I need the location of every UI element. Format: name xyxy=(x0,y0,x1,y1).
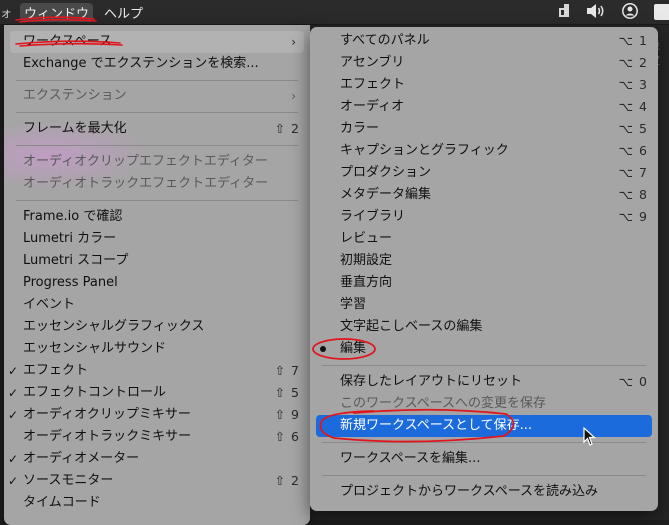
submenu-item-vertical[interactable]: 垂直方向 xyxy=(316,272,652,294)
shortcut: ⌥ 8 xyxy=(618,187,648,202)
shortcut: ⇧ 5 xyxy=(274,385,300,400)
menu-separator xyxy=(322,442,646,443)
menu-item-exchange-search[interactable]: Exchange でエクステンションを検索... xyxy=(10,53,304,75)
menu-item-essential-sound[interactable]: エッセンシャルサウンド xyxy=(10,338,304,360)
shortcut: ⌥ 5 xyxy=(618,121,648,136)
submenu-item-color[interactable]: カラー ⌥ 5 xyxy=(316,118,652,140)
menu-item-maximize-frame[interactable]: フレームを最大化 ⇧ 2 xyxy=(10,118,304,140)
menu-bar: ォ ウィンドウ ヘルプ xyxy=(0,0,669,25)
submenu-item-effects[interactable]: エフェクト ⌥ 3 xyxy=(316,74,652,96)
menu-item-source-monitor[interactable]: ✓ ソースモニター ⇧ 2 xyxy=(8,470,304,492)
menu-item-lumetri-scopes[interactable]: Lumetri スコープ xyxy=(10,250,304,272)
menu-item-timecode[interactable]: タイムコード xyxy=(10,492,304,514)
submenu-item-libraries[interactable]: ライブラリ ⌥ 9 xyxy=(316,206,652,228)
submenu-item-assembly[interactable]: アセンブリ ⌥ 2 xyxy=(316,52,652,74)
menu-separator xyxy=(16,112,298,113)
menu-item-audio-track-effect-editor: オーディオトラックエフェクトエディター xyxy=(23,176,269,191)
input-method-icon[interactable] xyxy=(654,4,669,20)
menu-item-lumetri-color[interactable]: Lumetri カラー xyxy=(10,228,304,250)
submenu-item-text-based-editing[interactable]: 文字起こしベースの編集 xyxy=(316,316,652,338)
user-icon[interactable] xyxy=(622,3,638,19)
shortcut: ⇧ 9 xyxy=(274,407,300,422)
menu-item-effect-controls[interactable]: ✓ エフェクトコントロール ⇧ 5 xyxy=(8,382,304,404)
shortcut: ⇧ 2 xyxy=(274,473,300,488)
submenu-item-review[interactable]: レビュー xyxy=(316,228,652,250)
submenu-item-save-changes: このワークスペースへの変更を保存 xyxy=(340,396,547,411)
shortcut: ⌥ 0 xyxy=(618,374,648,389)
checkmark-icon: ✓ xyxy=(8,408,19,422)
mouse-cursor-icon xyxy=(583,427,597,446)
menubar-edge-text: ォ xyxy=(0,6,13,20)
menu-item-frameio[interactable]: Frame.io で確認 xyxy=(10,206,304,228)
menu-item-events[interactable]: イベント xyxy=(10,294,304,316)
submenu-item-reset-layout[interactable]: 保存したレイアウトにリセット ⌥ 0 xyxy=(316,371,652,393)
menu-item-audio-clip-mixer[interactable]: ✓ オーディオクリップミキサー ⇧ 9 xyxy=(8,404,304,426)
workspace-submenu: すべてのパネル ⌥ 1 アセンブリ ⌥ 2 エフェクト ⌥ 3 オーディオ ⌥ … xyxy=(310,27,658,511)
radio-dot-icon xyxy=(320,346,326,352)
menu-item-essential-graphics[interactable]: エッセンシャルグラフィックス xyxy=(10,316,304,338)
menu-window[interactable]: ウィンドウ xyxy=(20,3,94,22)
submenu-item-editing[interactable]: 編集 xyxy=(316,338,652,360)
shortcut: ⇧ 7 xyxy=(274,363,300,378)
menu-separator xyxy=(16,145,298,146)
window-menu: ワークスペース › Exchange でエクステンションを検索... エクステン… xyxy=(4,25,310,525)
submenu-item-all-panels[interactable]: すべてのパネル ⌥ 1 xyxy=(316,30,652,52)
shortcut: ⌥ 7 xyxy=(618,165,648,180)
menu-separator xyxy=(322,475,646,476)
submenu-item-production[interactable]: プロダクション ⌥ 7 xyxy=(316,162,652,184)
menu-item-extensions: エクステンション › xyxy=(10,85,304,107)
menu-separator xyxy=(322,365,646,366)
submenu-item-edit-workspaces[interactable]: ワークスペースを編集... xyxy=(316,448,652,470)
menu-item-progress-panel[interactable]: Progress Panel xyxy=(10,272,304,294)
menu-item-audio-clip-effect-editor: オーディオクリップエフェクトエディター xyxy=(23,154,268,169)
menu-separator xyxy=(16,80,298,81)
submenu-item-initial-settings[interactable]: 初期設定 xyxy=(316,250,652,272)
checkmark-icon: ✓ xyxy=(8,452,19,466)
shortcut: ⌥ 1 xyxy=(618,33,648,48)
checkmark-icon: ✓ xyxy=(8,364,19,378)
menu-separator xyxy=(16,200,298,201)
menu-item-audio-track-mixer[interactable]: オーディオトラックミキサー ⇧ 6 xyxy=(10,426,304,448)
app-status-icon[interactable] xyxy=(557,3,571,18)
shortcut: ⇧ 6 xyxy=(274,429,300,444)
submenu-item-audio[interactable]: オーディオ ⌥ 4 xyxy=(316,96,652,118)
submenu-item-learning[interactable]: 学習 xyxy=(316,294,652,316)
submenu-item-metadata-editing[interactable]: メタデータ編集 ⌥ 8 xyxy=(316,184,652,206)
chevron-right-icon: › xyxy=(291,89,296,103)
chevron-right-icon: › xyxy=(291,35,296,49)
menu-item-audio-meters[interactable]: ✓ オーディオメーター xyxy=(8,448,304,470)
menu-help[interactable]: ヘルプ xyxy=(104,3,143,22)
submenu-item-captions-graphics[interactable]: キャプションとグラフィック ⌥ 6 xyxy=(316,140,652,162)
shortcut: ⇧ 2 xyxy=(274,121,300,136)
shortcut: ⌥ 4 xyxy=(618,99,648,114)
menu-item-workspace[interactable]: ワークスペース › xyxy=(10,31,304,53)
menu-item-effects[interactable]: ✓ エフェクト ⇧ 7 xyxy=(8,360,304,382)
shortcut: ⌥ 9 xyxy=(618,209,648,224)
shortcut: ⌥ 2 xyxy=(618,55,648,70)
checkmark-icon: ✓ xyxy=(8,386,19,400)
shortcut: ⌥ 3 xyxy=(618,77,648,92)
shortcut: ⌥ 6 xyxy=(618,143,648,158)
submenu-item-import-workspace[interactable]: プロジェクトからワークスペースを読み込み xyxy=(316,481,652,503)
submenu-item-save-as-new-workspace[interactable]: 新規ワークスペースとして保存... xyxy=(316,415,652,437)
volume-icon[interactable] xyxy=(586,3,606,19)
checkmark-icon: ✓ xyxy=(8,474,19,488)
